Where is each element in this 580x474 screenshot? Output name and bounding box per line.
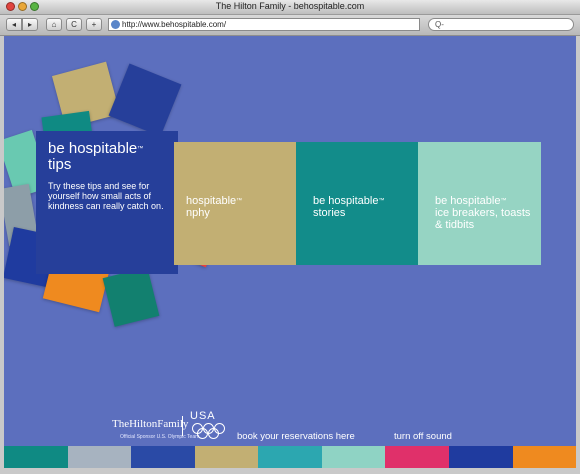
- stories-panel-line2: stories: [313, 207, 346, 219]
- stripe-3: [131, 446, 195, 468]
- webpage-content: be hospitable™ tips Try these tips and s…: [4, 36, 576, 468]
- globe-icon: [111, 20, 120, 29]
- url-text: http://www.behospitable.com/: [122, 20, 227, 29]
- philosophy-panel[interactable]: hospitable™ nphy: [174, 142, 297, 265]
- stripe-8: [448, 446, 513, 468]
- window-title: The Hilton Family - behospitable.com: [215, 1, 365, 11]
- tips-card-title: be hospitable™ tips: [48, 140, 144, 173]
- book-reservations-link[interactable]: book your reservations here: [237, 431, 355, 442]
- philosophy-panel-line2: nphy: [186, 207, 210, 219]
- icebreakers-panel-line2: ice breakers, toasts & tidbits: [435, 207, 531, 231]
- stripe-6: [321, 446, 386, 468]
- olympic-rings-icon: [192, 423, 226, 439]
- stripe-5: [258, 446, 322, 468]
- tip-card-teal-bottom[interactable]: [102, 267, 160, 327]
- tips-card-description: Try these tips and see for yourself how …: [48, 181, 164, 211]
- turn-off-sound-link[interactable]: turn off sound: [394, 431, 452, 442]
- logo-divider: [182, 416, 183, 436]
- forward-button[interactable]: ▸: [22, 18, 38, 31]
- back-button[interactable]: ◂: [6, 18, 22, 31]
- stripe-4: [194, 446, 259, 468]
- stripe-9: [512, 446, 576, 468]
- usa-logo: USA: [190, 410, 216, 422]
- search-field[interactable]: Q-: [428, 18, 574, 31]
- home-button[interactable]: ⌂: [46, 18, 62, 31]
- sponsor-note: Official Sponsor U.S. Olympic Team: [120, 434, 200, 440]
- page-footer: TheHiltonFamily Official Sponsor U.S. Ol…: [4, 396, 576, 446]
- reload-button[interactable]: C: [66, 18, 82, 31]
- hilton-family-logo: TheHiltonFamily: [112, 418, 189, 430]
- stripe-1: [4, 446, 68, 468]
- icebreakers-panel[interactable]: be hospitable™ ice breakers, toasts & ti…: [418, 142, 541, 265]
- stripe-7: [385, 446, 449, 468]
- browser-toolbar: ◂ ▸ ⌂ C + http://www.behospitable.com/ Q…: [0, 15, 580, 36]
- tips-card[interactable]: be hospitable™ tips Try these tips and s…: [36, 131, 178, 274]
- icebreakers-panel-line1: be hospitable: [435, 195, 501, 207]
- stories-panel-line1: be hospitable: [313, 195, 379, 207]
- stories-panel[interactable]: be hospitable™ stories: [296, 142, 419, 265]
- address-bar[interactable]: http://www.behospitable.com/: [108, 18, 420, 31]
- color-stripe-bar: [4, 446, 576, 468]
- tip-card-navy[interactable]: [108, 63, 182, 137]
- stripe-2: [67, 446, 132, 468]
- add-bookmark-button[interactable]: +: [86, 18, 102, 31]
- window-titlebar: The Hilton Family - behospitable.com: [0, 0, 580, 15]
- philosophy-panel-line1: hospitable: [186, 195, 237, 207]
